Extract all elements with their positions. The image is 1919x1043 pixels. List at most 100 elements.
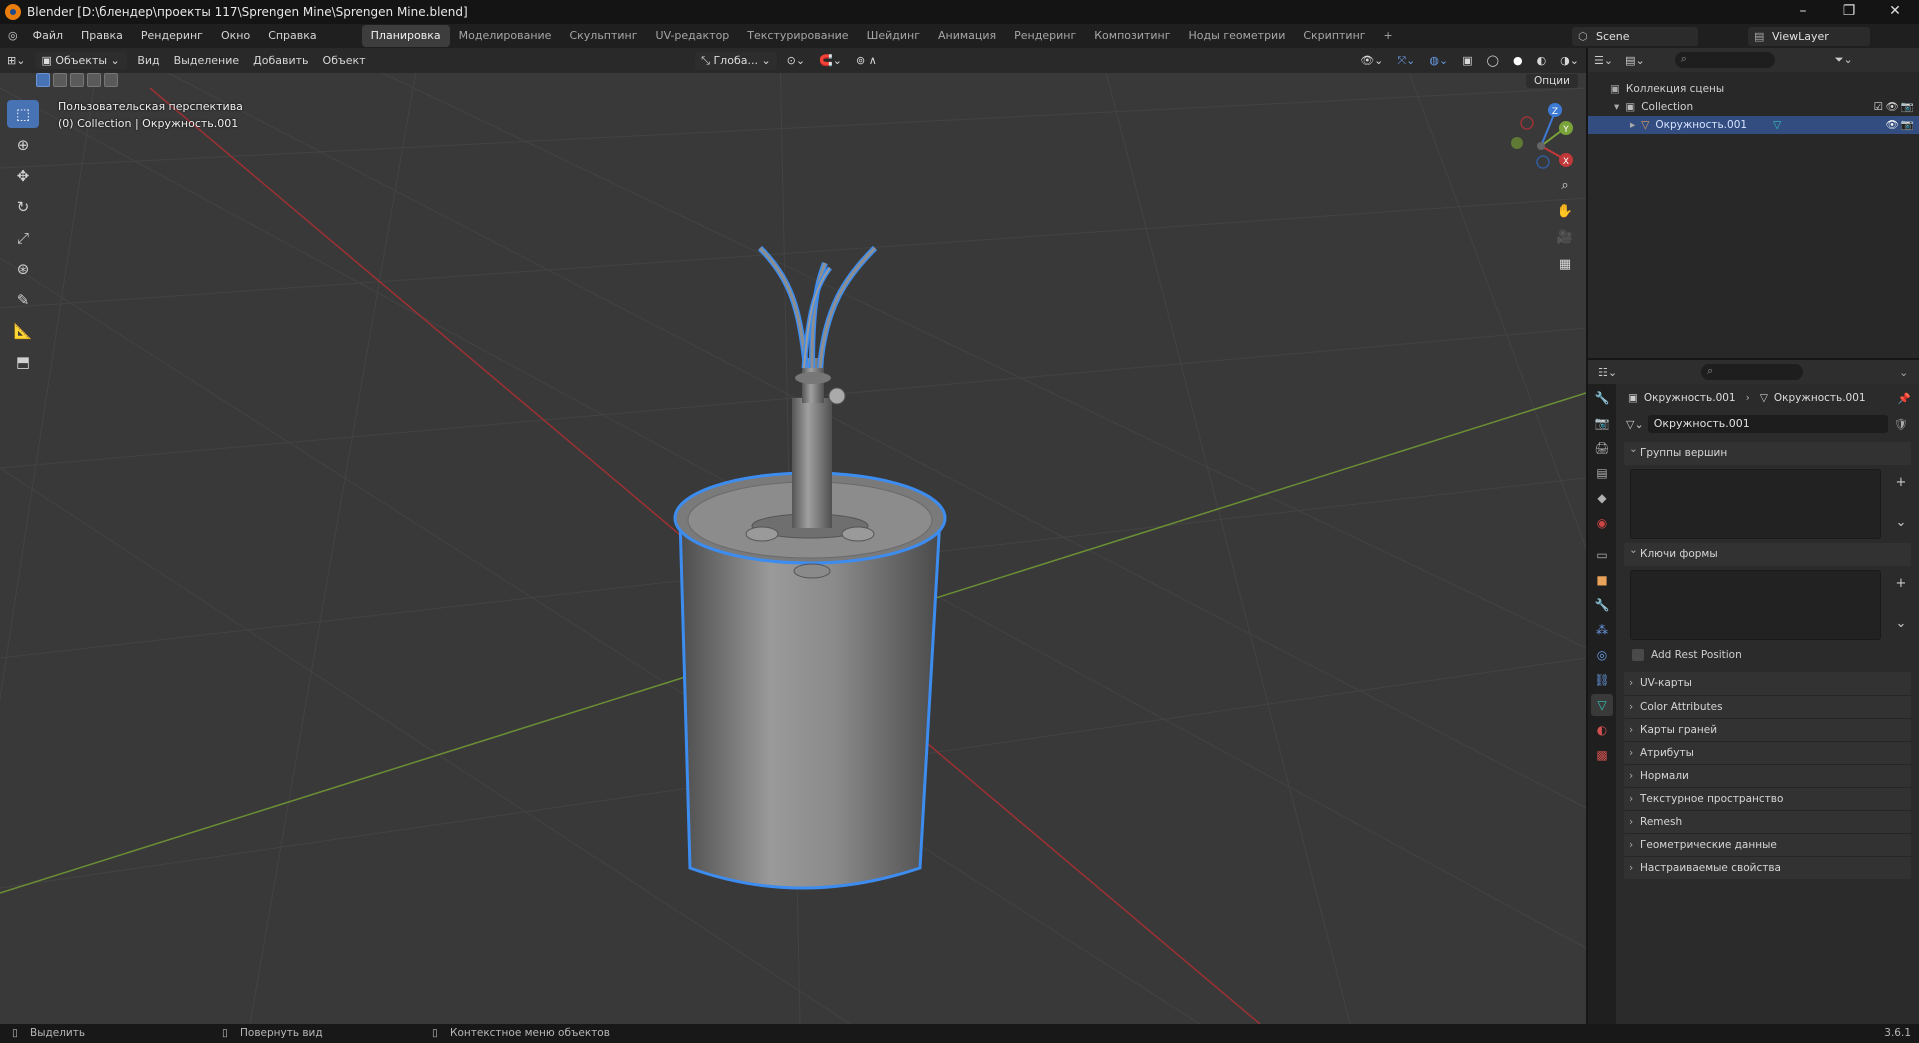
camera-icon[interactable]: 📷 [1901, 98, 1914, 116]
attributes-panel-header[interactable]: Атрибуты [1624, 741, 1911, 765]
material-tab-icon[interactable]: ◐ [1591, 719, 1613, 741]
workspace-tab-scripting[interactable]: Скриптинг [1294, 25, 1374, 47]
expand-arrow-icon[interactable]: ▾ [1614, 98, 1619, 116]
ortho-grid-icon[interactable]: ▦ [1553, 253, 1577, 277]
workspace-tab-modeling[interactable]: Моделирование [450, 25, 561, 47]
options-dropdown[interactable]: Опции [1526, 74, 1578, 88]
cursor-tool-icon[interactable]: ⊕ [7, 131, 39, 159]
select-new-icon[interactable] [36, 73, 50, 87]
scene-selector[interactable]: ⬡ Scene [1572, 27, 1698, 46]
view-layer-tab-icon[interactable]: ▤ [1591, 462, 1613, 484]
workspace-tab-texture-paint[interactable]: Текстурирование [738, 25, 857, 47]
vertex-group-menu-icon[interactable]: ⌄ [1893, 515, 1909, 531]
outliner-editor-icon[interactable]: ☰⌄ [1594, 54, 1613, 67]
workspace-tab-animation[interactable]: Анимация [929, 25, 1005, 47]
workspace-tab-rendering[interactable]: Рендеринг [1005, 25, 1085, 47]
constraints-tab-icon[interactable]: ⛓ [1591, 669, 1613, 691]
solid-shading-icon[interactable]: ● [1506, 54, 1530, 67]
mesh-data-tab-icon[interactable]: ▽ [1591, 694, 1613, 716]
pin-icon[interactable]: 📌 [1898, 392, 1911, 405]
menu-window[interactable]: Окно [212, 24, 259, 48]
properties-editor-icon[interactable]: ☷⌄ [1598, 366, 1617, 379]
navigation-gizmo[interactable]: Z X Y [1511, 103, 1573, 169]
proportional-edit-icon[interactable]: ⊚ ∧ [849, 54, 884, 67]
scene-tab-icon[interactable]: ◆ [1591, 487, 1613, 509]
menu-help[interactable]: Справка [259, 24, 325, 48]
workspace-tab-shading[interactable]: Шейдинг [858, 25, 929, 47]
editor-type-button[interactable]: ⊞⌄ [0, 54, 32, 67]
select-extend-icon[interactable] [53, 73, 67, 87]
particles-tab-icon[interactable]: ⁂ [1591, 619, 1613, 641]
select-subtract-icon[interactable] [70, 73, 84, 87]
minimize-button[interactable]: – [1780, 0, 1826, 24]
render-tab-icon[interactable]: 📷 [1591, 412, 1613, 434]
options-chevron-icon[interactable]: ⌄ [1899, 366, 1908, 379]
maximize-button[interactable]: ❐ [1826, 0, 1872, 24]
select-box-tool-icon[interactable]: ⬚ [7, 100, 39, 128]
outliner-scene-collection[interactable]: ▣ Коллекция сцены [1588, 80, 1919, 98]
menu-object[interactable]: Объект [316, 54, 373, 67]
blender-menu-icon[interactable]: ◎ [0, 24, 24, 48]
rendered-shading-icon[interactable]: ◑⌄ [1553, 54, 1586, 67]
transform-orientation-selector[interactable]: ⤡ Глоба... ⌄ [695, 51, 777, 70]
uv-maps-panel-header[interactable]: UV-карты [1624, 672, 1911, 695]
workspace-tab-layout[interactable]: Планировка [361, 25, 450, 47]
pivot-icon[interactable]: ⊙⌄ [780, 54, 812, 67]
add-rest-position-checkbox[interactable] [1632, 649, 1644, 661]
add-workspace-button[interactable]: + [1375, 25, 1402, 47]
fake-user-icon[interactable]: 🛡 [1894, 418, 1908, 431]
texture-space-panel-header[interactable]: Текстурное пространство [1624, 787, 1911, 811]
camera-view-icon[interactable]: 🎥 [1553, 226, 1577, 250]
view-layer-selector[interactable]: ▤ ViewLayer [1748, 27, 1870, 46]
shape-keys-panel-header[interactable]: Ключи формы [1624, 539, 1911, 566]
menu-file[interactable]: Файл [24, 24, 72, 48]
add-shape-key-button[interactable]: + [1893, 576, 1909, 592]
mode-selector[interactable]: ▣ Объекты ⌄ [35, 52, 128, 69]
outliner-search-input[interactable]: ⌕ [1674, 52, 1775, 68]
outliner-collection[interactable]: ▾ ▣ Collection ☑ 👁 📷 [1588, 98, 1919, 116]
wireframe-shading-icon[interactable]: ◯ [1480, 54, 1506, 67]
vertex-groups-list[interactable] [1630, 469, 1881, 539]
tool-tab-icon[interactable]: 🔧 [1591, 387, 1613, 409]
menu-add[interactable]: Добавить [246, 54, 315, 67]
texture-tab-icon[interactable]: ▩ [1591, 744, 1613, 766]
add-cube-tool-icon[interactable]: ⬒ [7, 348, 39, 376]
eye-icon[interactable]: 👁 [1886, 98, 1899, 116]
move-tool-icon[interactable]: ✥ [7, 162, 39, 190]
snap-icon[interactable]: 🧲⌄ [812, 54, 849, 67]
shape-keys-list[interactable] [1630, 570, 1881, 640]
custom-properties-panel-header[interactable]: Настраиваемые свойства [1624, 856, 1911, 880]
exclude-checkbox[interactable]: ☑ [1874, 98, 1883, 116]
pan-hand-icon[interactable]: ✋ [1553, 200, 1577, 224]
world-tab-icon[interactable]: ◉ [1591, 512, 1613, 534]
menu-edit[interactable]: Правка [72, 24, 132, 48]
color-attributes-panel-header[interactable]: Color Attributes [1624, 695, 1911, 719]
menu-render[interactable]: Рендеринг [132, 24, 212, 48]
eye-icon[interactable]: 👁 [1886, 116, 1899, 134]
mesh-browse-icon[interactable]: ▽⌄ [1626, 418, 1644, 431]
modifier-tab-icon[interactable]: 🔧 [1591, 594, 1613, 616]
workspace-tab-geometry-nodes[interactable]: Ноды геометрии [1180, 25, 1295, 47]
visibility-icon[interactable]: 👁⌄ [1353, 54, 1390, 67]
display-mode-icon[interactable]: ▤⌄ [1625, 54, 1645, 67]
output-tab-icon[interactable]: 🖨 [1591, 437, 1613, 459]
object-tab-icon[interactable]: ■ [1591, 569, 1613, 591]
select-invert-icon[interactable] [87, 73, 101, 87]
add-vertex-group-button[interactable]: + [1893, 475, 1909, 491]
normals-panel-header[interactable]: Нормали [1624, 764, 1911, 788]
mesh-name-field[interactable]: Окружность.001 [1647, 415, 1888, 433]
outliner-object-row[interactable]: ▸ ▽ Окружность.001 ▽ 👁 📷 [1588, 116, 1919, 134]
overlay-toggle-icon[interactable]: ◍⌄ [1422, 54, 1455, 67]
remesh-panel-header[interactable]: Remesh [1624, 810, 1911, 834]
select-intersect-icon[interactable] [104, 73, 118, 87]
properties-search-input[interactable]: ⌕ [1701, 364, 1804, 380]
workspace-tab-compositing[interactable]: Композитинг [1085, 25, 1179, 47]
collection-tab-icon[interactable]: ▭ [1591, 544, 1613, 566]
physics-tab-icon[interactable]: ◎ [1591, 644, 1613, 666]
transform-tool-icon[interactable]: ⊛ [7, 255, 39, 283]
menu-view[interactable]: Вид [130, 54, 166, 67]
expand-arrow-icon[interactable]: ▸ [1630, 116, 1635, 134]
camera-icon[interactable]: 📷 [1901, 116, 1914, 134]
xray-icon[interactable]: ▣ [1455, 54, 1479, 67]
gizmo-toggle-icon[interactable]: ⤧⌄ [1390, 54, 1422, 68]
